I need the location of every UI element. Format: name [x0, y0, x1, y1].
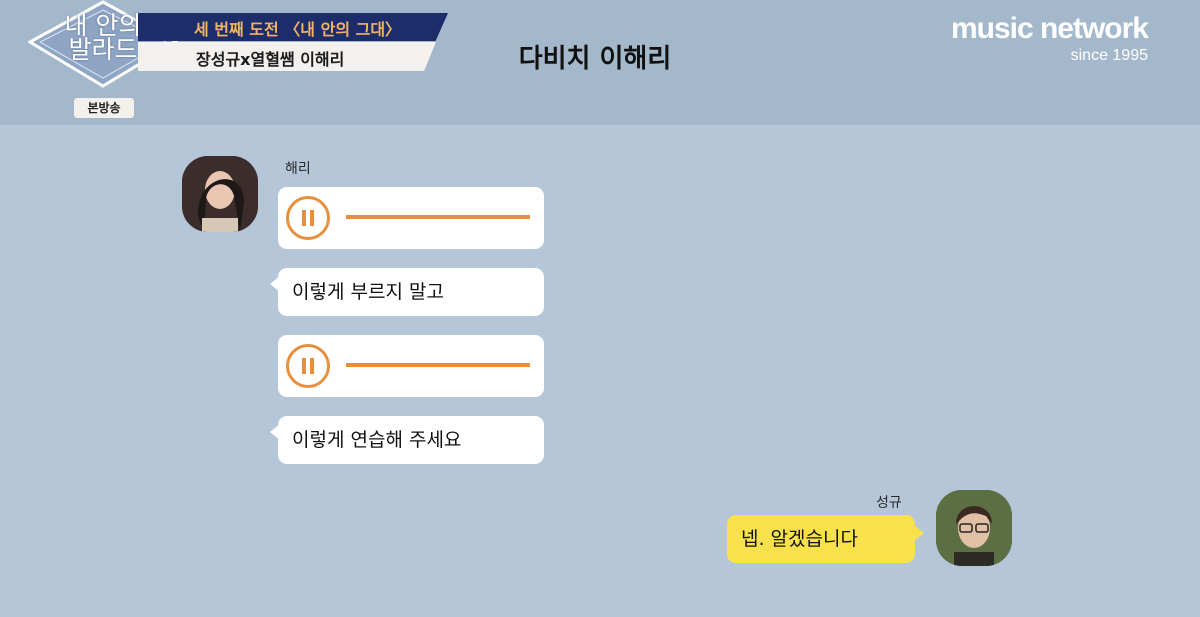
broadcast-badge: 본방송: [74, 98, 134, 118]
avatar-haeri[interactable]: [182, 156, 258, 232]
sender-name: 성규: [876, 495, 902, 511]
network-brand: music network: [950, 12, 1149, 45]
voice-message[interactable]: [278, 335, 544, 397]
chat-message: 이렇게 연습해 주세요: [270, 416, 544, 464]
episode-banner-text: 세 번째 도전 〈내 안의 그대〉: [194, 20, 402, 39]
voice-progress[interactable]: [346, 215, 530, 219]
voice-message[interactable]: [278, 187, 544, 249]
episode-subtitle-text: 장성규x열혈쌤 이해리: [196, 50, 345, 69]
network-since: since 1995: [1070, 47, 1148, 64]
pause-icon[interactable]: [286, 196, 330, 240]
chat-message: 이렇게 부르지 말고: [270, 268, 544, 316]
sender-name: 해리: [285, 161, 311, 177]
chat-title: 다비치 이해리: [518, 44, 672, 74]
reply-message: 넵. 알겠습니다: [727, 515, 924, 563]
voice-progress[interactable]: [346, 363, 530, 367]
episode-banner: 세 번째 도전 〈내 안의 그대〉: [138, 13, 448, 41]
portrait-image: [936, 490, 1012, 566]
episode-subtitle: 장성규x열혈쌤 이해리: [138, 42, 436, 71]
portrait-image: [182, 156, 258, 232]
header-bar: 내 안의 발라드 본방송 세 번째 도전 〈내 안의 그대〉 장성규x열혈쌤 이…: [0, 0, 1200, 125]
network-logo: music network since 1995: [950, 12, 1149, 66]
avatar-sunggyu[interactable]: [936, 490, 1012, 566]
pause-icon[interactable]: [286, 344, 330, 388]
